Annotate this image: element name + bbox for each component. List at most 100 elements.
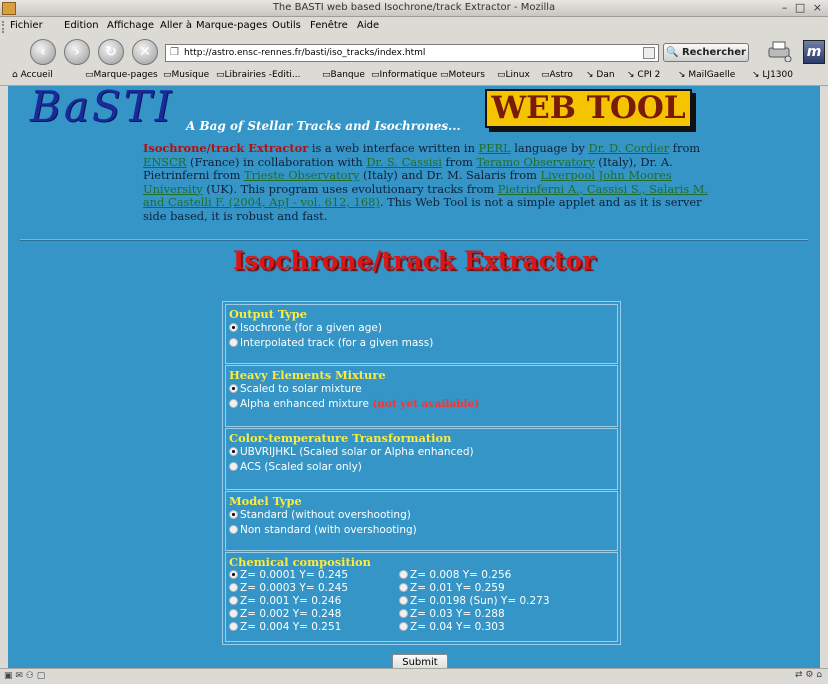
- bookmark-label: Moteurs: [448, 70, 485, 80]
- bookmark-folder-linux[interactable]: ▭Linux: [497, 70, 530, 80]
- menu-aide[interactable]: Aide: [357, 20, 379, 31]
- radio-z-0.004[interactable]: Z= 0.004 Y= 0.251: [229, 621, 341, 633]
- radio-z-0.001[interactable]: Z= 0.001 Y= 0.246: [229, 595, 341, 607]
- bookmark-label: LJ1300: [762, 70, 793, 80]
- link-trieste[interactable]: Trieste Observatory: [244, 168, 359, 182]
- reload-button[interactable]: ↻: [98, 39, 124, 65]
- radio-non-standard[interactable]: Non standard (with overshooting): [229, 524, 417, 536]
- bookmark-folder-astro[interactable]: ▭Astro: [541, 70, 573, 80]
- radio-scaled-solar[interactable]: Scaled to solar mixture: [229, 383, 362, 395]
- stop-button[interactable]: ✕: [132, 39, 158, 65]
- divider: [20, 239, 808, 241]
- right-scrollbar[interactable]: [820, 86, 828, 668]
- menu-fenetre[interactable]: Fenêtre: [310, 20, 348, 31]
- status-icons-left[interactable]: ▣ ✉ ⚇ ▢: [4, 671, 45, 681]
- bookmark-label: Banque: [330, 70, 365, 80]
- window-controls[interactable]: – □ ×: [782, 1, 824, 14]
- radio-z-0.04[interactable]: Z= 0.04 Y= 0.303: [399, 621, 505, 633]
- radio-icon[interactable]: [229, 582, 238, 592]
- radio-icon[interactable]: [399, 582, 408, 592]
- bookmark-folder-musique[interactable]: ▭Musique: [163, 70, 209, 80]
- radio-interpolated-track[interactable]: Interpolated track (for a given mass): [229, 337, 433, 349]
- radio-acs[interactable]: ACS (Scaled solar only): [229, 461, 362, 473]
- option-label: Alpha enhanced mixture: [240, 398, 369, 410]
- url-go-icon[interactable]: [643, 47, 655, 59]
- radio-z-0.0001[interactable]: Z= 0.0001 Y= 0.245: [229, 569, 348, 581]
- menu-edition[interactable]: Edition: [64, 20, 99, 31]
- radio-icon[interactable]: [229, 461, 238, 471]
- radio-selected-icon[interactable]: [229, 446, 238, 456]
- radio-z-0.03[interactable]: Z= 0.03 Y= 0.288: [399, 608, 505, 620]
- bookmark-folder-marque-pages[interactable]: ▭Marque-pages: [85, 70, 158, 80]
- bookmark-label: Linux: [505, 70, 530, 80]
- bookmark-folder-librairies[interactable]: ▭Librairies -Editi...: [216, 70, 301, 80]
- radio-icon[interactable]: [399, 569, 408, 579]
- menu-fichier[interactable]: Fichier: [10, 20, 43, 31]
- throbber-icon[interactable]: m: [803, 40, 825, 64]
- web-tool-banner: WEB TOOL: [485, 89, 692, 128]
- print-icon[interactable]: [765, 40, 793, 62]
- menubar-grip[interactable]: [2, 21, 8, 33]
- menu-outils[interactable]: Outils: [272, 20, 301, 31]
- radio-icon[interactable]: [399, 595, 408, 605]
- bookmarks-toolbar: ⌂ Accueil ▭Marque-pages ▭Musique ▭Librai…: [0, 68, 828, 86]
- option-label: Scaled to solar mixture: [240, 383, 362, 395]
- bookmark-icon: ↘: [627, 70, 638, 80]
- bookmark-icon: ↘: [678, 70, 689, 80]
- bookmark-dan[interactable]: ↘ Dan: [586, 70, 615, 80]
- radio-selected-icon[interactable]: [229, 322, 238, 332]
- radio-icon[interactable]: [229, 621, 238, 631]
- bookmark-folder-informatique[interactable]: ▭Informatique: [371, 70, 437, 80]
- link-teramo[interactable]: Teramo Observatory: [477, 155, 595, 169]
- radio-z-0.0003[interactable]: Z= 0.0003 Y= 0.245: [229, 582, 348, 594]
- radio-selected-icon[interactable]: [229, 383, 238, 393]
- radio-icon[interactable]: [229, 337, 238, 347]
- radio-icon[interactable]: [399, 621, 408, 631]
- bookmark-icon: ↘: [586, 70, 597, 80]
- menu-aller[interactable]: Aller à: [160, 20, 192, 31]
- bookmark-folder-banque[interactable]: ▭Banque: [322, 70, 365, 80]
- bookmark-mailgaelle[interactable]: ↘ MailGaelle: [678, 70, 735, 80]
- radio-z-0.008[interactable]: Z= 0.008 Y= 0.256: [399, 569, 511, 581]
- submit-button[interactable]: Submit: [392, 654, 448, 668]
- intro-text: (UK). This program uses evolutionary tra…: [202, 181, 498, 196]
- radio-standard[interactable]: Standard (without overshooting): [229, 509, 411, 521]
- folder-icon: ▭: [163, 70, 172, 80]
- link-cordier[interactable]: Dr. D. Cordier: [588, 141, 669, 155]
- radio-z-0.01[interactable]: Z= 0.01 Y= 0.259: [399, 582, 505, 594]
- bookmark-accueil[interactable]: ⌂ Accueil: [12, 70, 53, 80]
- option-label: Z= 0.0001 Y= 0.245: [240, 569, 349, 581]
- url-input[interactable]: [184, 46, 624, 59]
- intro-highlight: Isochrone/track Extractor: [143, 141, 309, 155]
- bookmark-folder-moteurs[interactable]: ▭Moteurs: [440, 70, 485, 80]
- option-label: Z= 0.04 Y= 0.303: [410, 621, 505, 633]
- menu-affichage[interactable]: Affichage: [107, 20, 154, 31]
- radio-z-0.002[interactable]: Z= 0.002 Y= 0.248: [229, 608, 341, 620]
- radio-selected-icon[interactable]: [229, 509, 238, 519]
- radio-z-0.0198[interactable]: Z= 0.0198 (Sun) Y= 0.273: [399, 595, 550, 607]
- section-chemical-composition: Chemical composition Z= 0.0001 Y= 0.245 …: [225, 552, 618, 642]
- section-heading: Model Type: [229, 494, 302, 508]
- folder-icon: ▭: [216, 70, 225, 80]
- bookmark-lj1300[interactable]: ↘ LJ1300: [752, 70, 793, 80]
- radio-icon[interactable]: [399, 608, 408, 618]
- link-enscr[interactable]: ENSCR: [143, 155, 186, 169]
- radio-icon[interactable]: [229, 608, 238, 618]
- link-cassisi[interactable]: Dr. S. Cassisi: [366, 155, 442, 169]
- radio-alpha-enhanced[interactable]: Alpha enhanced mixture (not yet availabl…: [229, 398, 479, 410]
- radio-ubvrijhkl[interactable]: UBVRIJHKL (Scaled solar or Alpha enhance…: [229, 446, 474, 458]
- menu-marque-pages[interactable]: Marque-pages: [196, 20, 267, 31]
- forward-button[interactable]: ›: [64, 39, 90, 65]
- status-icons-right[interactable]: ⇄ ⚙ ⌂: [795, 670, 822, 680]
- radio-icon[interactable]: [229, 524, 238, 534]
- radio-icon[interactable]: [229, 398, 238, 408]
- intro-text: (France) in collaboration with: [186, 154, 367, 169]
- radio-icon[interactable]: [229, 595, 238, 605]
- link-perl[interactable]: PERL: [479, 141, 511, 155]
- bookmark-cpi2[interactable]: ↘ CPI 2: [627, 70, 660, 80]
- radio-isochrone[interactable]: Isochrone (for a given age): [229, 322, 382, 334]
- back-button[interactable]: ‹: [30, 39, 56, 65]
- search-button[interactable]: 🔍 Rechercher: [663, 43, 749, 62]
- url-bar[interactable]: ❐: [165, 44, 659, 62]
- radio-selected-icon[interactable]: [229, 569, 238, 579]
